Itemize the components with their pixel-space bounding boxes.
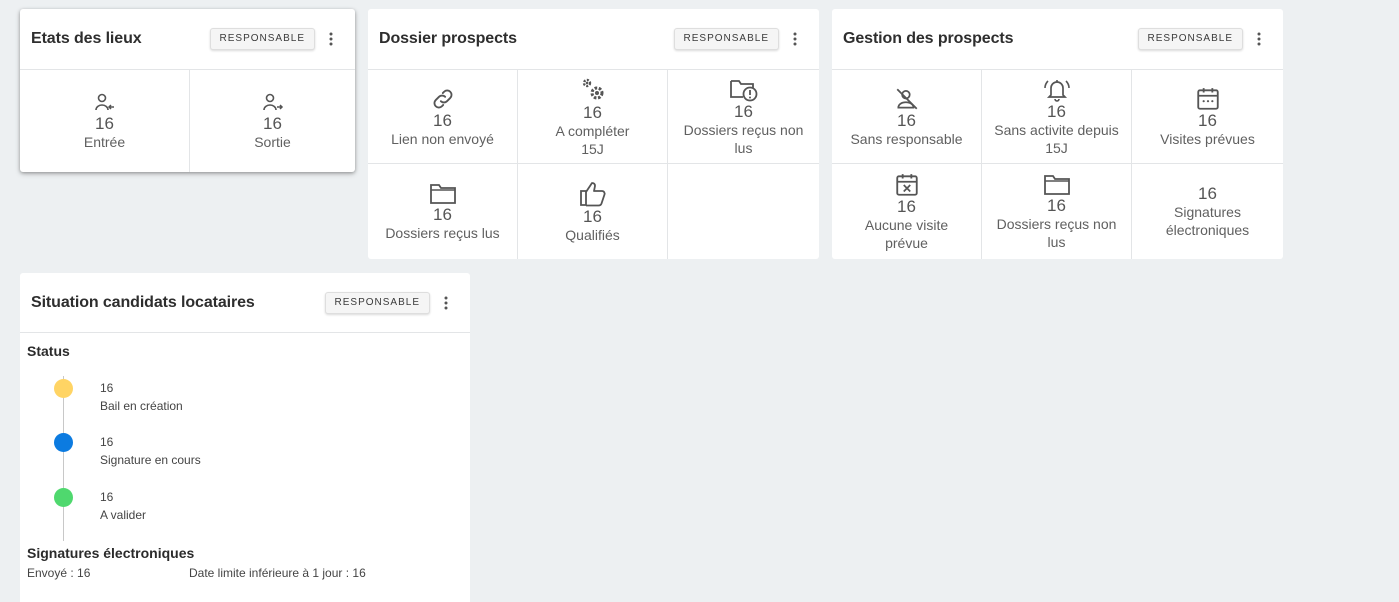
- tile-sans-activite[interactable]: 16 Sans activite depuis 15J: [982, 70, 1132, 164]
- tile-qualifies[interactable]: 16 Qualifiés: [518, 164, 668, 259]
- person-off-icon: [896, 88, 917, 109]
- status-dot-creation: [54, 379, 73, 398]
- calendar-icon: [1196, 87, 1219, 110]
- tile-value: 16: [95, 114, 114, 133]
- signatures-section-title: Signatures électroniques: [27, 545, 195, 561]
- tile-label: Dossiers reçus non lus: [996, 215, 1117, 250]
- tile-label: A compléter: [555, 122, 630, 139]
- status-dot-valider: [54, 488, 73, 507]
- etats-des-lieux-card: Etats des lieux RESPONSABLE 16 Entrée 16…: [20, 9, 355, 172]
- tile-entree[interactable]: 16 Entrée: [20, 70, 190, 172]
- tile-sans-responsable[interactable]: 16 Sans responsable: [832, 70, 982, 164]
- tile-value: 16: [433, 110, 452, 130]
- folder-alert-icon: [729, 79, 757, 101]
- tile-label-sub: 15J: [581, 140, 604, 157]
- responsable-button[interactable]: RESPONSABLE: [324, 291, 430, 314]
- tile-label: Lien non envoyé: [391, 130, 494, 147]
- status-label: A valider: [100, 508, 147, 522]
- tile-dossiers-recus-non-lus[interactable]: 16 Dossiers reçus non lus: [668, 70, 819, 164]
- tile-value: 16: [583, 102, 602, 122]
- status-item-valider[interactable]: 16 A valider: [100, 488, 146, 524]
- tile-label: Dossiers reçus non lus: [683, 121, 804, 156]
- person-arrow-in-icon: [94, 93, 114, 111]
- tile-signatures-electroniques[interactable]: 16 Signatures électroniques: [1132, 164, 1283, 259]
- tile-label: Entrée: [83, 134, 126, 150]
- tile-label: Qualifiés: [565, 226, 620, 243]
- card-header: Gestion des prospects RESPONSABLE: [832, 9, 1283, 70]
- status-item-signature[interactable]: 16 Signature en cours: [100, 433, 201, 469]
- tile-visites-prevues[interactable]: 16 Visites prévues: [1132, 70, 1283, 164]
- card-header: Dossier prospects RESPONSABLE: [368, 9, 819, 70]
- tile-value: 16: [1198, 110, 1217, 130]
- tile-label: Dossiers reçus lus: [385, 224, 500, 241]
- folder-icon: [1043, 174, 1070, 195]
- tile-label-sub: 15J: [1045, 139, 1068, 156]
- tile-label: Aucune visite prévue: [864, 216, 949, 251]
- tile-value: 16: [1047, 101, 1066, 121]
- folder-icon: [429, 183, 456, 204]
- tile-value: 16: [583, 206, 602, 226]
- card-title: Etats des lieux: [31, 30, 142, 47]
- tile-value: 16: [1047, 195, 1066, 215]
- more-vert-icon[interactable]: [319, 27, 343, 51]
- tile-label: Sans responsable: [850, 130, 963, 147]
- bell-ring-icon: [1043, 79, 1070, 102]
- card-title: Dossier prospects: [379, 30, 517, 47]
- tile-value: 16: [734, 101, 753, 121]
- tile-sortie[interactable]: 16 Sortie: [190, 70, 355, 172]
- tile-value: 16: [897, 196, 916, 216]
- card-header: Etats des lieux RESPONSABLE: [20, 9, 355, 70]
- status-dot-signature: [54, 433, 73, 452]
- tile-dossiers-recus-lus[interactable]: 16 Dossiers reçus lus: [368, 164, 518, 259]
- more-vert-icon[interactable]: [434, 291, 458, 315]
- card-title: Situation candidats locataires: [31, 293, 255, 311]
- tile-gestion-dossiers-recus-non-lus[interactable]: 16 Dossiers reçus non lus: [982, 164, 1132, 259]
- status-label: Bail en création: [100, 399, 183, 413]
- tile-value: 16: [897, 110, 916, 130]
- status-label: Signature en cours: [100, 453, 201, 467]
- tile-value: 16: [263, 114, 282, 133]
- tile-lien-non-envoye[interactable]: 16 Lien non envoyé: [368, 70, 518, 164]
- thumb-up-icon: [579, 181, 606, 206]
- tile-label: Signatures électroniques: [1165, 203, 1250, 238]
- card-header: Situation candidats locataires RESPONSAB…: [20, 273, 470, 333]
- gears-icon: [582, 78, 603, 99]
- status-section-title: Status: [27, 343, 70, 359]
- tile-label: Sortie: [254, 134, 291, 150]
- calendar-remove-icon: [895, 173, 918, 196]
- status-item-creation[interactable]: 16 Bail en création: [100, 379, 183, 415]
- responsable-button[interactable]: RESPONSABLE: [1137, 28, 1243, 50]
- tile-value: 16: [433, 204, 452, 224]
- person-arrow-out-icon: [262, 93, 283, 111]
- signatures-date-limite: Date limite inférieure à 1 jour : 16: [189, 566, 366, 580]
- status-value: 16: [100, 381, 114, 395]
- status-value: 16: [100, 435, 114, 449]
- gestion-prospects-card: Gestion des prospects RESPONSABLE 16 San…: [832, 9, 1283, 259]
- status-value: 16: [100, 490, 114, 504]
- tile-a-completer[interactable]: 16 A compléter 15J: [518, 70, 668, 164]
- status-timeline: [63, 376, 64, 541]
- tile-aucune-visite[interactable]: 16 Aucune visite prévue: [832, 164, 982, 259]
- tile-label: Visites prévues: [1160, 130, 1255, 147]
- tile-empty: [668, 164, 819, 259]
- tile-value: 16: [1198, 183, 1217, 203]
- more-vert-icon[interactable]: [783, 27, 807, 51]
- dossier-prospects-card: Dossier prospects RESPONSABLE 16 Lien no…: [368, 9, 819, 259]
- link-icon: [433, 89, 452, 108]
- signatures-envoye: Envoyé : 16: [27, 566, 91, 580]
- responsable-button[interactable]: RESPONSABLE: [209, 28, 315, 50]
- tile-label: Sans activite depuis: [994, 121, 1119, 138]
- responsable-button[interactable]: RESPONSABLE: [673, 28, 779, 50]
- more-vert-icon[interactable]: [1247, 27, 1271, 51]
- card-title: Gestion des prospects: [843, 30, 1014, 47]
